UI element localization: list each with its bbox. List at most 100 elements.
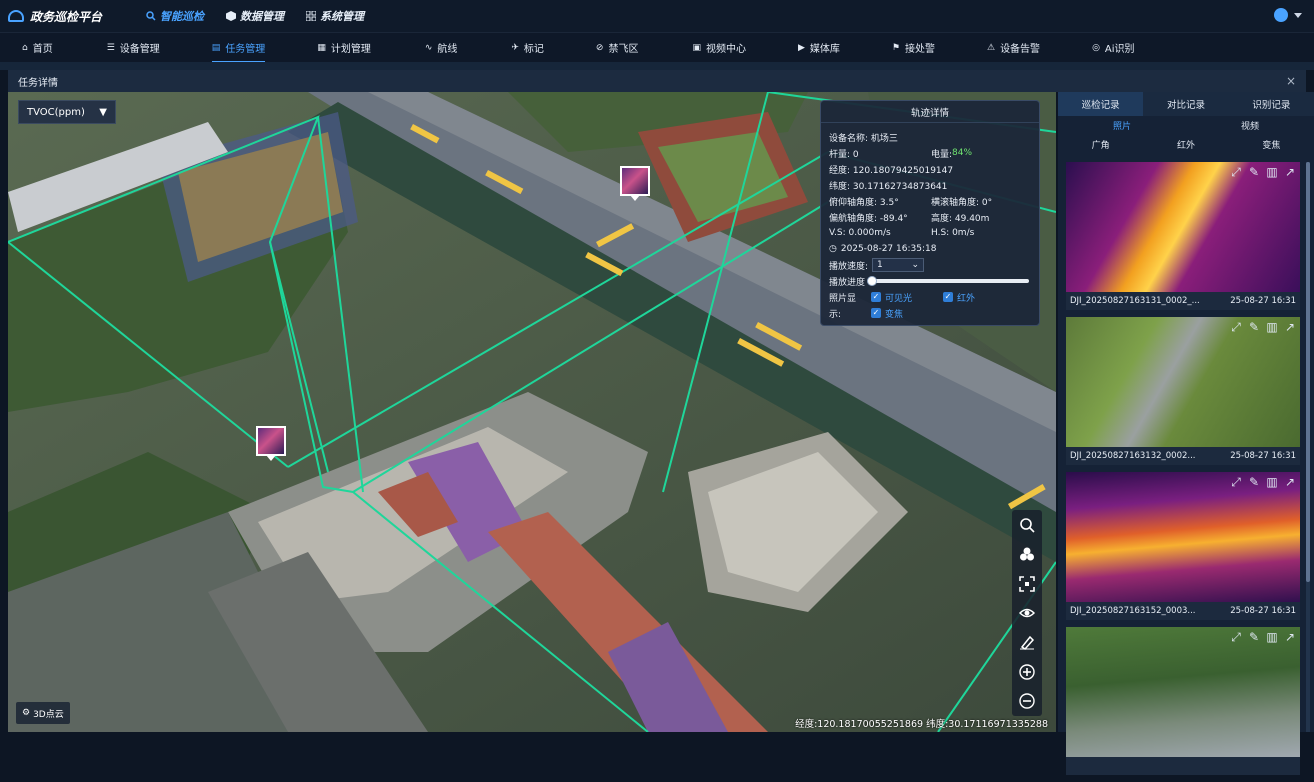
nav-route[interactable]: ∿ 航线 xyxy=(425,33,458,63)
book-icon[interactable]: ▥ xyxy=(1266,320,1278,334)
media-sidebar: 巡检记录 对比记录 识别记录 照片 视频 广角 红外 变焦 ⤢ ✎ ▥ ↗ DJI_2… xyxy=(1058,92,1314,775)
layer-select[interactable]: TVOC(ppm) ▼ xyxy=(18,100,116,124)
zoom-out-button[interactable] xyxy=(1015,689,1039,713)
app-logo[interactable]: 政务巡检平台 xyxy=(8,8,138,25)
edit-icon[interactable]: ✎ xyxy=(1248,630,1260,644)
checkbox-infrared[interactable]: ✓ 红外 xyxy=(943,291,975,304)
nav-label: 计划管理 xyxy=(330,44,371,55)
photo-name: DJI_20250827163131_0002_... xyxy=(1070,296,1200,306)
photo-card[interactable]: ⤢ ✎ ▥ ↗ DJI_20250827163152_0003... 25-08-27 … xyxy=(1066,472,1300,620)
fullscreen-button[interactable] xyxy=(1015,572,1039,596)
tab-compare-records[interactable]: 对比记录 xyxy=(1143,92,1228,116)
pitch: 俯仰轴角度: 3.5° xyxy=(829,197,899,208)
tab-recognition-records[interactable]: 识别记录 xyxy=(1229,92,1314,116)
filter-wide[interactable]: 广角 xyxy=(1058,138,1143,151)
nav-alarm[interactable]: ⚑ 接处警 xyxy=(892,33,935,63)
checkbox-label: 变焦 xyxy=(885,309,904,320)
topnav-system[interactable]: 系统管理 xyxy=(306,8,364,24)
panel-header: 任务详情 × xyxy=(8,70,1306,92)
map-toolbar xyxy=(1012,510,1042,716)
search-button[interactable] xyxy=(1015,513,1039,537)
layers-button[interactable] xyxy=(1015,542,1039,566)
checkbox-zoom[interactable]: ✓ 变焦 xyxy=(871,307,903,320)
nav-video[interactable]: ▣ 视频中心 xyxy=(692,33,746,63)
nav-ai[interactable]: ◎ Ai识别 xyxy=(1092,33,1134,63)
latitude: 纬度: 30.17162734873641 xyxy=(829,181,948,192)
expand-icon[interactable]: ⤢ xyxy=(1230,475,1242,489)
close-icon[interactable]: × xyxy=(1286,74,1296,88)
share-icon[interactable]: ↗ xyxy=(1284,165,1296,179)
eye-icon xyxy=(1019,608,1035,618)
nav-device[interactable]: ☰ 设备管理 xyxy=(107,33,160,63)
speed-select[interactable]: 1 ⌄ xyxy=(872,258,925,272)
expand-icon[interactable]: ⤢ xyxy=(1230,630,1242,644)
nav-label: 视频中心 xyxy=(705,44,746,55)
chevron-down-icon: ⌄ xyxy=(911,260,920,270)
point-cloud-button[interactable]: ⚙ 3D点云 xyxy=(16,702,70,724)
vertical-speed: V.S: 0.000m/s xyxy=(829,228,891,238)
topnav-data[interactable]: 数据管理 xyxy=(226,8,284,24)
longitude: 经度: 120.18079425019147 xyxy=(829,165,954,176)
nav-media[interactable]: ▶ 媒体库 xyxy=(798,33,840,63)
record-tabs: 巡检记录 对比记录 识别记录 xyxy=(1058,92,1314,116)
book-icon[interactable]: ▥ xyxy=(1266,165,1278,179)
progress-slider[interactable] xyxy=(867,276,1030,286)
book-icon[interactable]: ▥ xyxy=(1266,630,1278,644)
checkbox-label: 红外 xyxy=(957,293,976,304)
nav-nofly[interactable]: ⊘ 禁飞区 xyxy=(596,33,639,63)
topnav-inspection[interactable]: 智能巡检 xyxy=(146,8,204,24)
draw-button[interactable] xyxy=(1015,630,1039,654)
user-menu[interactable] xyxy=(1274,8,1302,22)
tab-videos[interactable]: 视频 xyxy=(1186,119,1314,132)
share-icon[interactable]: ↗ xyxy=(1284,475,1296,489)
nav-device-alert[interactable]: ⚠ 设备告警 xyxy=(987,33,1040,63)
book-icon[interactable]: ▥ xyxy=(1266,475,1278,489)
filter-zoom[interactable]: 变焦 xyxy=(1229,138,1314,151)
photo-thumbnail: ⤢ ✎ ▥ ↗ xyxy=(1066,162,1300,292)
rod-value: 杆量: 0 xyxy=(829,149,859,160)
photo-card[interactable]: ⤢ ✎ ▥ ↗ DJI_20250827163132_0002... 25-08-27 … xyxy=(1066,317,1300,465)
checkbox-visible[interactable]: ✓ 可见光 xyxy=(871,291,943,304)
visibility-button[interactable] xyxy=(1015,601,1039,625)
scrollbar-thumb[interactable] xyxy=(1306,162,1310,582)
photo-time: 25-08-27 16:31 xyxy=(1230,296,1296,306)
photo-marker[interactable] xyxy=(620,166,650,201)
device-name: 设备名称: 机场三 xyxy=(829,133,898,144)
nav-label: 航线 xyxy=(437,44,458,55)
nav-plan[interactable]: ▦ 计划管理 xyxy=(317,33,371,63)
photo-list-scrollbar[interactable] xyxy=(1306,162,1310,732)
expand-icon[interactable]: ⤢ xyxy=(1230,320,1242,334)
share-icon[interactable]: ↗ xyxy=(1284,630,1296,644)
topnav-label: 数据管理 xyxy=(240,10,284,23)
photo-actions: ⤢ ✎ ▥ ↗ xyxy=(1230,630,1296,645)
layers-icon xyxy=(1020,547,1034,561)
edit-icon[interactable]: ✎ xyxy=(1248,475,1260,489)
tab-photos[interactable]: 照片 xyxy=(1058,119,1186,132)
edit-icon[interactable]: ✎ xyxy=(1248,320,1260,334)
nav-label: Ai识别 xyxy=(1104,44,1135,55)
filter-infrared[interactable]: 红外 xyxy=(1143,138,1228,151)
nav-task[interactable]: ▤ 任务管理 xyxy=(211,33,265,63)
expand-icon[interactable]: ⤢ xyxy=(1230,165,1242,179)
slider-handle[interactable] xyxy=(867,276,878,286)
nav-label: 设备告警 xyxy=(1000,44,1041,55)
map-view[interactable]: TVOC(ppm) ▼ 轨迹详情 设备名称: 机场三 杆量: 0 电量: 84% 经… xyxy=(8,92,1056,732)
nav-marker[interactable]: ✈ 标记 xyxy=(511,33,544,63)
photo-actions: ⤢ ✎ ▥ ↗ xyxy=(1230,475,1296,490)
cube-icon: ⚙ xyxy=(22,708,31,718)
cube-icon xyxy=(226,11,236,21)
nav-label: 标记 xyxy=(523,44,544,55)
photo-thumbnail: ⤢ ✎ ▥ ↗ xyxy=(1066,627,1300,757)
edit-icon[interactable]: ✎ xyxy=(1248,165,1260,179)
progress-label: 播放进度 xyxy=(829,277,866,288)
lens-filter-tabs: 广角 红外 变焦 xyxy=(1058,134,1314,154)
photo-card[interactable]: ⤢ ✎ ▥ ↗ xyxy=(1066,627,1300,775)
checkbox-label: 可见光 xyxy=(885,293,913,304)
photo-actions: ⤢ ✎ ▥ ↗ xyxy=(1230,165,1296,180)
tab-inspection-records[interactable]: 巡检记录 xyxy=(1058,92,1144,116)
photo-marker[interactable] xyxy=(256,426,286,461)
zoom-in-button[interactable] xyxy=(1015,660,1039,684)
nav-home[interactable]: ⌂ 首页 xyxy=(22,33,53,63)
share-icon[interactable]: ↗ xyxy=(1284,320,1296,334)
photo-card[interactable]: ⤢ ✎ ▥ ↗ DJI_20250827163131_0002_... 25-08-27… xyxy=(1066,162,1300,310)
